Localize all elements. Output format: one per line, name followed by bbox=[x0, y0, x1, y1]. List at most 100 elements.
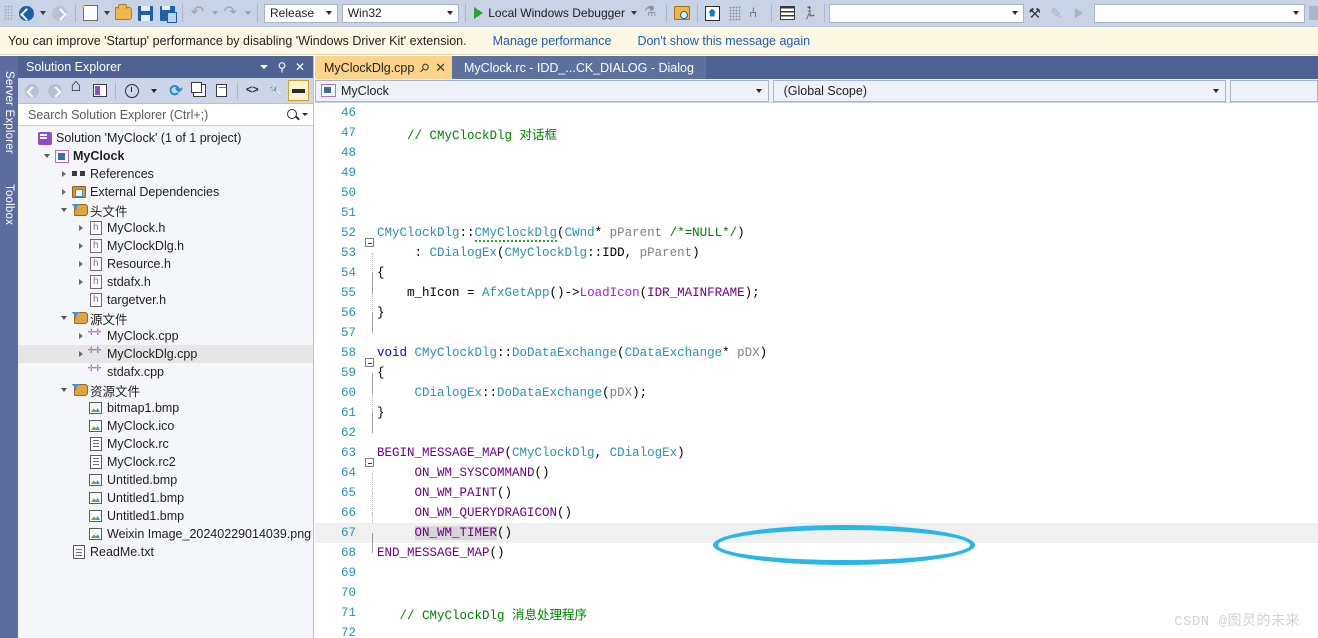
tree-item[interactable]: stdafx.h bbox=[18, 273, 313, 291]
configuration-combo[interactable]: Release bbox=[264, 3, 338, 23]
code-line[interactable]: 57 bbox=[315, 323, 1318, 343]
pin-icon[interactable]: ⚲ bbox=[273, 58, 291, 76]
nav-back-button[interactable] bbox=[16, 2, 38, 24]
secondary-combo[interactable] bbox=[1094, 3, 1306, 23]
code-line[interactable]: 62 bbox=[315, 423, 1318, 443]
search-icon[interactable] bbox=[286, 108, 300, 122]
code-line[interactable]: 61} bbox=[315, 403, 1318, 433]
tree-item[interactable]: Untitled1.bmp bbox=[18, 489, 313, 507]
code-editor-surface[interactable]: 46 47 // CMyClockDlg 对话框 48 49 50 51 52 CMyCloc… bbox=[315, 103, 1318, 638]
solution-tree[interactable]: Solution 'MyClock' (1 of 1 project) MyClo… bbox=[18, 126, 313, 620]
tree-item[interactable]: Solution 'MyClock' (1 of 1 project) bbox=[18, 129, 313, 147]
tree-item[interactable]: MyClockDlg.h bbox=[18, 237, 313, 255]
find-in-files-button[interactable] bbox=[671, 2, 693, 24]
new-project-dropdown[interactable] bbox=[102, 2, 113, 24]
code-line[interactable]: 59 { bbox=[315, 363, 1318, 393]
redo-button[interactable] bbox=[220, 2, 242, 24]
se-pending-dropdown[interactable] bbox=[144, 80, 165, 101]
code-line[interactable]: 58 void CMyClockDlg::DoDataExchange(CData… bbox=[315, 343, 1318, 367]
redo-dropdown[interactable] bbox=[242, 2, 253, 24]
expand-arrow-icon[interactable] bbox=[75, 255, 87, 273]
class-scope-combo[interactable]: MyClock bbox=[315, 79, 769, 102]
secondary-input[interactable] bbox=[1095, 5, 1289, 21]
home-window-button[interactable] bbox=[702, 2, 724, 24]
extra-combo[interactable] bbox=[1230, 79, 1318, 102]
platform-combo[interactable]: Win32 bbox=[341, 3, 460, 23]
attach-process-button[interactable] bbox=[1024, 2, 1046, 24]
tree-item[interactable]: MyClock.cpp bbox=[18, 327, 313, 345]
more-options-button[interactable] bbox=[724, 2, 746, 24]
toolbox-button[interactable] bbox=[776, 2, 798, 24]
tree-item[interactable]: MyClock bbox=[18, 147, 313, 165]
code-line[interactable]: 70 bbox=[315, 583, 1318, 603]
nav-forward-button[interactable] bbox=[49, 2, 71, 24]
performance-profiler-button[interactable] bbox=[640, 2, 662, 24]
expand-arrow-icon[interactable] bbox=[75, 237, 87, 255]
toolbar-overflow-button[interactable] bbox=[1309, 6, 1318, 20]
dont-show-again-link[interactable]: Don't show this message again bbox=[637, 34, 810, 48]
chevron-down-icon[interactable] bbox=[1207, 89, 1225, 93]
toolbar-grip[interactable] bbox=[4, 5, 14, 21]
dock-tab-toolbox[interactable]: Toolbox bbox=[0, 174, 18, 236]
code-line[interactable]: 60 CDialogEx::DoDataExchange(pDX); bbox=[315, 383, 1318, 413]
expand-arrow-icon[interactable] bbox=[75, 345, 87, 363]
close-icon[interactable]: ✕ bbox=[291, 58, 309, 76]
code-line[interactable]: 46 bbox=[315, 103, 1318, 123]
code-line[interactable]: 49 bbox=[315, 163, 1318, 183]
se-show-all-files-button[interactable] bbox=[212, 80, 233, 101]
tree-item[interactable]: 头文件 bbox=[18, 201, 313, 219]
code-line[interactable]: 68 END_MESSAGE_MAP() bbox=[315, 543, 1318, 563]
tree-item[interactable]: References bbox=[18, 165, 313, 183]
se-view-code-button[interactable] bbox=[243, 80, 264, 101]
tree-item[interactable]: External Dependencies bbox=[18, 183, 313, 201]
open-file-button[interactable] bbox=[113, 2, 135, 24]
se-pending-changes-button[interactable] bbox=[121, 80, 142, 101]
code-line[interactable]: 52 CMyClockDlg::CMyClockDlg(CWnd* pParent… bbox=[315, 223, 1318, 247]
manage-performance-link[interactable]: Manage performance bbox=[493, 34, 612, 48]
search-input[interactable] bbox=[26, 106, 286, 123]
solution-search-bar[interactable] bbox=[18, 104, 313, 126]
se-wrench-button[interactable] bbox=[266, 80, 287, 101]
code-line[interactable]: 51 bbox=[315, 203, 1318, 223]
tree-item[interactable]: ReadMe.txt bbox=[18, 543, 313, 561]
run-person-button[interactable] bbox=[798, 2, 820, 24]
expand-arrow-icon[interactable] bbox=[75, 219, 87, 237]
chevron-down-icon[interactable] bbox=[1288, 11, 1304, 15]
class-diagram-button[interactable] bbox=[746, 2, 768, 24]
new-project-button[interactable] bbox=[80, 2, 102, 24]
tree-item[interactable]: stdafx.cpp bbox=[18, 363, 313, 381]
start-debugging-button[interactable]: Local Windows Debugger bbox=[470, 2, 629, 24]
tree-item[interactable]: MyClock.rc bbox=[18, 435, 313, 453]
close-icon[interactable]: ✕ bbox=[435, 60, 446, 76]
code-line[interactable]: 71 // CMyClockDlg 消息处理程序 bbox=[315, 603, 1318, 623]
tree-item[interactable]: Resource.h bbox=[18, 255, 313, 273]
collapse-arrow-icon[interactable] bbox=[58, 201, 70, 219]
chevron-down-icon[interactable] bbox=[750, 89, 768, 93]
expand-arrow-icon[interactable] bbox=[58, 165, 70, 183]
collapse-arrow-icon[interactable] bbox=[41, 147, 53, 165]
se-nav-back-button[interactable] bbox=[22, 80, 43, 101]
code-line[interactable]: 64 ON_WM_SYSCOMMAND() bbox=[315, 463, 1318, 493]
code-line[interactable]: 65 ON_WM_PAINT() bbox=[315, 483, 1318, 513]
code-line[interactable]: 48 bbox=[315, 143, 1318, 163]
code-line[interactable]: 54 { bbox=[315, 263, 1318, 293]
expand-arrow-icon[interactable] bbox=[75, 327, 87, 345]
tree-item[interactable]: bitmap1.bmp bbox=[18, 399, 313, 417]
tree-item[interactable]: 资源文件 bbox=[18, 381, 313, 399]
editor-tab[interactable]: MyClockDlg.cpp ⚲ ✕ bbox=[315, 56, 453, 79]
code-line[interactable]: 47 // CMyClockDlg 对话框 bbox=[315, 123, 1318, 143]
find-combo[interactable] bbox=[829, 3, 1025, 23]
tree-item[interactable]: MyClock.h bbox=[18, 219, 313, 237]
code-line[interactable]: 66 ON_WM_QUERYDRAGICON() bbox=[315, 503, 1318, 533]
debug-target-dropdown[interactable] bbox=[629, 2, 640, 24]
editor-tab[interactable]: MyClock.rc - IDD_...CK_DIALOG - Dialog bbox=[452, 56, 706, 79]
nav-back-dropdown[interactable] bbox=[38, 2, 49, 24]
code-line[interactable]: 56} bbox=[315, 303, 1318, 333]
code-line[interactable]: 72 bbox=[315, 623, 1318, 638]
collapse-arrow-icon[interactable] bbox=[58, 381, 70, 399]
tree-item[interactable]: MyClock.rc2 bbox=[18, 453, 313, 471]
tree-item[interactable]: Weixin Image_20240229014039.png bbox=[18, 525, 313, 543]
code-line[interactable]: 53 : CDialogEx(CMyClockDlg::IDD, pParent… bbox=[315, 243, 1318, 273]
chevron-down-icon[interactable] bbox=[442, 5, 458, 22]
undo-dropdown[interactable] bbox=[209, 2, 220, 24]
